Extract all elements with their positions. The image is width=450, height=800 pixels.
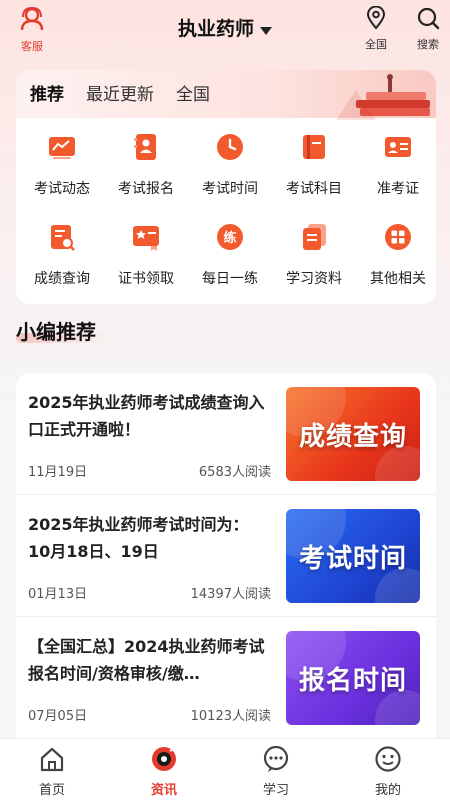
nav-label: 我的: [374, 783, 401, 798]
quick-link-label: 考试动态: [34, 181, 90, 197]
thumbnail-text: 考试时间: [298, 543, 407, 574]
quick-link-admission-ticket[interactable]: 准考证: [356, 132, 436, 198]
quick-link-exam-subjects[interactable]: 考试科目: [272, 132, 356, 198]
page-title: 执业药师: [177, 18, 254, 40]
search-icon: [417, 7, 440, 30]
quick-link-label: 每日一练: [202, 271, 258, 287]
chart-icon: [49, 137, 75, 159]
tab-recent-updates[interactable]: 最近更新: [86, 80, 154, 105]
article-read-count: 14397人阅读: [190, 587, 271, 602]
app-header: 客服 执业药师 全国 搜索: [0, 0, 450, 60]
nav-label: 学习: [262, 783, 289, 798]
thumbnail-text: 报名时间: [298, 665, 407, 696]
profile-icon: [375, 746, 401, 772]
article-thumbnail: 成绩查询: [286, 387, 420, 481]
article-title: 2025年执业药师考试成绩查询入口正式开通啦！: [28, 393, 265, 439]
article-thumbnail: 考试时间: [286, 509, 420, 603]
quick-link-label: 其他相关: [370, 271, 426, 287]
home-icon: [40, 747, 64, 772]
nav-label: 资讯: [150, 783, 177, 798]
quick-link-daily-practice[interactable]: 练 每日一练: [188, 222, 272, 288]
id-card-icon: [385, 137, 411, 157]
documents-icon: [303, 224, 326, 250]
quick-link-exam-registration[interactable]: 考试报名: [104, 132, 188, 198]
nav-news[interactable]: 资讯: [134, 745, 194, 798]
article-date: 01月13日: [28, 587, 88, 602]
practice-icon: 练: [217, 224, 243, 250]
quick-link-other[interactable]: 其他相关: [356, 222, 436, 288]
certificate-icon: [133, 226, 159, 251]
quick-link-label: 成绩查询: [34, 271, 90, 287]
register-icon: [134, 134, 156, 160]
quick-link-label: 证书领取: [118, 271, 174, 287]
region-label: 全国: [365, 38, 387, 51]
quick-link-exam-news[interactable]: 考试动态: [20, 132, 104, 198]
news-icon: [152, 747, 176, 771]
nav-study[interactable]: 学习: [246, 745, 306, 798]
section-title: 小编推荐: [16, 320, 96, 344]
bottom-navigation: 首页 资讯 学习 我的: [0, 738, 450, 800]
article-read-count: 10123人阅读: [190, 709, 271, 724]
thumbnail-text: 成绩查询: [298, 421, 407, 452]
article-date: 07月05日: [28, 709, 88, 724]
book-icon: [303, 135, 325, 159]
quick-link-label: 考试科目: [286, 181, 342, 197]
article-date: 11月19日: [28, 465, 88, 480]
search-button[interactable]: 搜索: [408, 6, 448, 52]
article-title: 【全国汇总】2024执业药师考试报名时间/资格审核/缴…: [28, 637, 265, 683]
books-illustration-icon: [336, 74, 430, 120]
quick-link-label: 学习资料: [286, 271, 342, 287]
article-list: 2025年执业药师考试成绩查询入口正式开通啦！ 11月19日 6583人阅读 成…: [16, 373, 436, 739]
region-button[interactable]: 全国: [356, 5, 396, 52]
article-item[interactable]: 2025年执业药师考试时间为：10月18日、19日 01月13日 14397人阅…: [16, 495, 436, 617]
tab-recommended[interactable]: 推荐: [30, 80, 64, 105]
quick-link-score-query[interactable]: 成绩查询: [20, 222, 104, 288]
category-tabs: 推荐 最近更新 全国: [30, 80, 210, 105]
grid-icon: [385, 224, 411, 250]
article-thumbnail: 报名时间: [286, 631, 420, 725]
location-pin-icon: [366, 5, 386, 30]
score-search-icon: [51, 225, 75, 251]
nav-home[interactable]: 首页: [22, 745, 82, 798]
clock-icon: [217, 134, 243, 160]
quick-link-certificate-collection[interactable]: 证书领取: [104, 222, 188, 288]
article-read-count: 6583人阅读: [198, 465, 271, 480]
nav-profile[interactable]: 我的: [358, 745, 418, 798]
quick-link-label: 考试时间: [202, 181, 258, 197]
article-item[interactable]: 【全国汇总】2024执业药师考试报名时间/资格审核/缴… 07月05日 1012…: [16, 617, 436, 739]
practice-icon-char: 练: [223, 230, 236, 246]
quick-link-study-materials[interactable]: 学习资料: [272, 222, 356, 288]
chat-icon: [263, 745, 289, 772]
nav-label: 首页: [38, 783, 65, 798]
quick-link-exam-time[interactable]: 考试时间: [188, 132, 272, 198]
quick-link-label: 准考证: [377, 181, 419, 197]
search-label: 搜索: [417, 38, 439, 51]
quick-link-label: 考试报名: [118, 181, 174, 197]
tab-nationwide[interactable]: 全国: [176, 80, 210, 105]
category-card: 推荐 最近更新 全国 考试动态 考试报名 考试时间 考试科目 准考证 成绩查询 …: [16, 70, 436, 304]
article-item[interactable]: 2025年执业药师考试成绩查询入口正式开通啦！ 11月19日 6583人阅读 成…: [16, 373, 436, 495]
caret-down-icon: [260, 26, 272, 35]
article-title: 2025年执业药师考试时间为：10月18日、19日: [28, 515, 249, 561]
